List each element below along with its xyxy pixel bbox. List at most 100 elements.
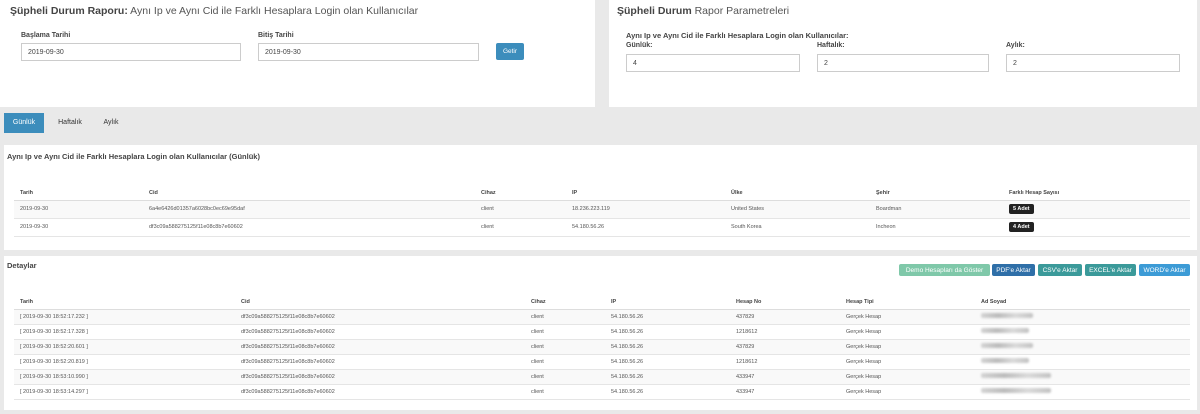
details-row: [ 2019-09-30 18:52:20.601 ] df3c09a58827… [14, 339, 1190, 355]
start-date-label: Başlama Tarihi [21, 32, 71, 39]
summary-cell-country: South Korea [725, 218, 870, 237]
params-title-bold: Şüpheli Durum [617, 5, 692, 17]
summary-row: 2019-09-30 6a4e6426d01357a6028bc0ec69e95… [14, 200, 1190, 219]
report-panel: Şüpheli Durum Raporu: Aynı Ip ve Aynı Ci… [0, 0, 595, 107]
export-word-button[interactable]: WORD'e Aktar [1139, 264, 1190, 276]
daily-label: Günlük: [626, 42, 653, 49]
summary-cell-ip: 54.180.56.26 [566, 218, 725, 237]
summary-panel: Aynı Ip ve Aynı Cid ile Farklı Hesaplara… [4, 145, 1197, 250]
details-cell-ip: 54.180.56.26 [605, 309, 730, 325]
redacted-name [981, 373, 1051, 378]
params-panel: Şüpheli Durum Rapor Parametreleri Aynı I… [609, 0, 1197, 107]
summary-header-count: Farklı Hesap Sayısı [1003, 187, 1190, 201]
details-cell-account-type: Gerçek Hesap [840, 324, 975, 340]
details-header-account-no: Hesap No [730, 296, 840, 310]
export-csv-button[interactable]: CSV'e Aktar [1038, 264, 1082, 276]
summary-cell-device: client [475, 200, 566, 219]
summary-header-ip: IP [566, 187, 725, 201]
redacted-name [981, 388, 1051, 393]
details-cell-ip: 54.180.56.26 [605, 339, 730, 355]
monthly-input[interactable]: 2 [1006, 54, 1180, 72]
details-header-ip: IP [605, 296, 730, 310]
end-date-label: Bitiş Tarihi [258, 32, 294, 39]
details-cell-date: [ 2019-09-30 18:53:10.990 ] [14, 369, 235, 385]
report-title-bold: Şüpheli Durum Raporu: [10, 5, 128, 17]
details-cell-account-no: 437829 [730, 309, 840, 325]
summary-header-device: Cihaz [475, 187, 566, 201]
summary-header-date: Tarih [14, 187, 143, 201]
details-cell-account-type: Gerçek Hesap [840, 384, 975, 400]
summary-cell-cid: df3c09a588275125f11e08c8b7e60602 [143, 218, 475, 237]
details-cell-device: client [525, 369, 605, 385]
details-header-cid: Cid [235, 296, 525, 310]
summary-cell-ip: 18.236.223.119 [566, 200, 725, 219]
redacted-name [981, 358, 1029, 363]
details-panel: Detaylar Demo Hesapları da Göster PDF'e … [4, 256, 1197, 410]
details-header-date: Tarih [14, 296, 235, 310]
details-header-device: Cihaz [525, 296, 605, 310]
count-badge[interactable]: 4 Adet [1009, 222, 1034, 232]
details-cell-account-no: 1218612 [730, 324, 840, 340]
summary-header-row: Tarih Cid Cihaz IP Ülke Şehir Farklı Hes… [14, 187, 1190, 201]
redacted-name [981, 313, 1033, 318]
summary-cell-device: client [475, 218, 566, 237]
details-cell-name-redacted [975, 354, 1190, 370]
details-cell-cid: df3c09a588275125f11e08c8b7e60602 [235, 369, 525, 385]
details-title: Detaylar [7, 261, 37, 270]
summary-header-city: Şehir [870, 187, 1003, 201]
details-cell-date: [ 2019-09-30 18:52:17.232 ] [14, 309, 235, 325]
export-pdf-button[interactable]: PDF'e Aktar [992, 264, 1035, 276]
summary-cell-count: 4 Adet [1003, 218, 1190, 237]
details-cell-device: client [525, 354, 605, 370]
export-excel-button[interactable]: EXCEL'e Aktar [1085, 264, 1136, 276]
show-demo-accounts-button[interactable]: Demo Hesapları da Göster [899, 264, 990, 276]
details-cell-account-no: 437829 [730, 339, 840, 355]
details-cell-ip: 54.180.56.26 [605, 384, 730, 400]
count-badge[interactable]: 5 Adet [1009, 204, 1034, 214]
weekly-label: Haftalık: [817, 42, 845, 49]
details-cell-account-type: Gerçek Hesap [840, 354, 975, 370]
summary-row: 2019-09-30 df3c09a588275125f11e08c8b7e60… [14, 218, 1190, 237]
details-cell-ip: 54.180.56.26 [605, 324, 730, 340]
details-cell-account-type: Gerçek Hesap [840, 309, 975, 325]
weekly-input[interactable]: 2 [817, 54, 989, 72]
details-cell-device: client [525, 324, 605, 340]
tab-weekly[interactable]: Haftalık [50, 113, 90, 133]
details-cell-date: [ 2019-09-30 18:52:20.601 ] [14, 339, 235, 355]
redacted-name [981, 343, 1033, 348]
details-cell-name-redacted [975, 369, 1190, 385]
summary-cell-country: United States [725, 200, 870, 219]
daily-input[interactable]: 4 [626, 54, 800, 72]
details-cell-name-redacted [975, 324, 1190, 340]
monthly-label: Aylık: [1006, 42, 1025, 49]
details-cell-name-redacted [975, 384, 1190, 400]
report-title-rest: Aynı Ip ve Aynı Cid ile Farklı Hesaplara… [127, 5, 419, 17]
details-cell-account-no: 433947 [730, 384, 840, 400]
end-date-input[interactable]: 2019-09-30 [258, 43, 479, 61]
details-row: [ 2019-09-30 18:52:17.328 ] df3c09a58827… [14, 324, 1190, 340]
details-cell-ip: 54.180.56.26 [605, 354, 730, 370]
tab-daily[interactable]: Günlük [4, 113, 44, 133]
details-cell-ip: 54.180.56.26 [605, 369, 730, 385]
details-cell-account-no: 1218612 [730, 354, 840, 370]
summary-cell-date: 2019-09-30 [14, 200, 143, 219]
start-date-input[interactable]: 2019-09-30 [21, 43, 241, 61]
summary-header-cid: Cid [143, 187, 475, 201]
params-title: Şüpheli Durum Rapor Parametreleri [617, 5, 789, 17]
details-cell-cid: df3c09a588275125f11e08c8b7e60602 [235, 354, 525, 370]
details-header-name: Ad Soyad [975, 296, 1190, 310]
details-cell-cid: df3c09a588275125f11e08c8b7e60602 [235, 339, 525, 355]
summary-cell-date: 2019-09-30 [14, 218, 143, 237]
details-row: [ 2019-09-30 18:53:14.297 ] df3c09a58827… [14, 384, 1190, 400]
fetch-button[interactable]: Getir [496, 43, 524, 60]
summary-table: Tarih Cid Cihaz IP Ülke Şehir Farklı Hes… [14, 187, 1190, 237]
summary-header-country: Ülke [725, 187, 870, 201]
params-subtitle: Aynı Ip ve Aynı Cid ile Farklı Hesaplara… [626, 31, 849, 40]
tab-monthly[interactable]: Aylık [96, 113, 126, 133]
summary-cell-count: 5 Adet [1003, 200, 1190, 219]
details-cell-cid: df3c09a588275125f11e08c8b7e60602 [235, 309, 525, 325]
summary-cell-cid: 6a4e6426d01357a6028bc0ec69e95daf [143, 200, 475, 219]
details-cell-name-redacted [975, 339, 1190, 355]
details-table: Tarih Cid Cihaz IP Hesap No Hesap Tipi A… [14, 296, 1190, 400]
details-header-account-type: Hesap Tipi [840, 296, 975, 310]
